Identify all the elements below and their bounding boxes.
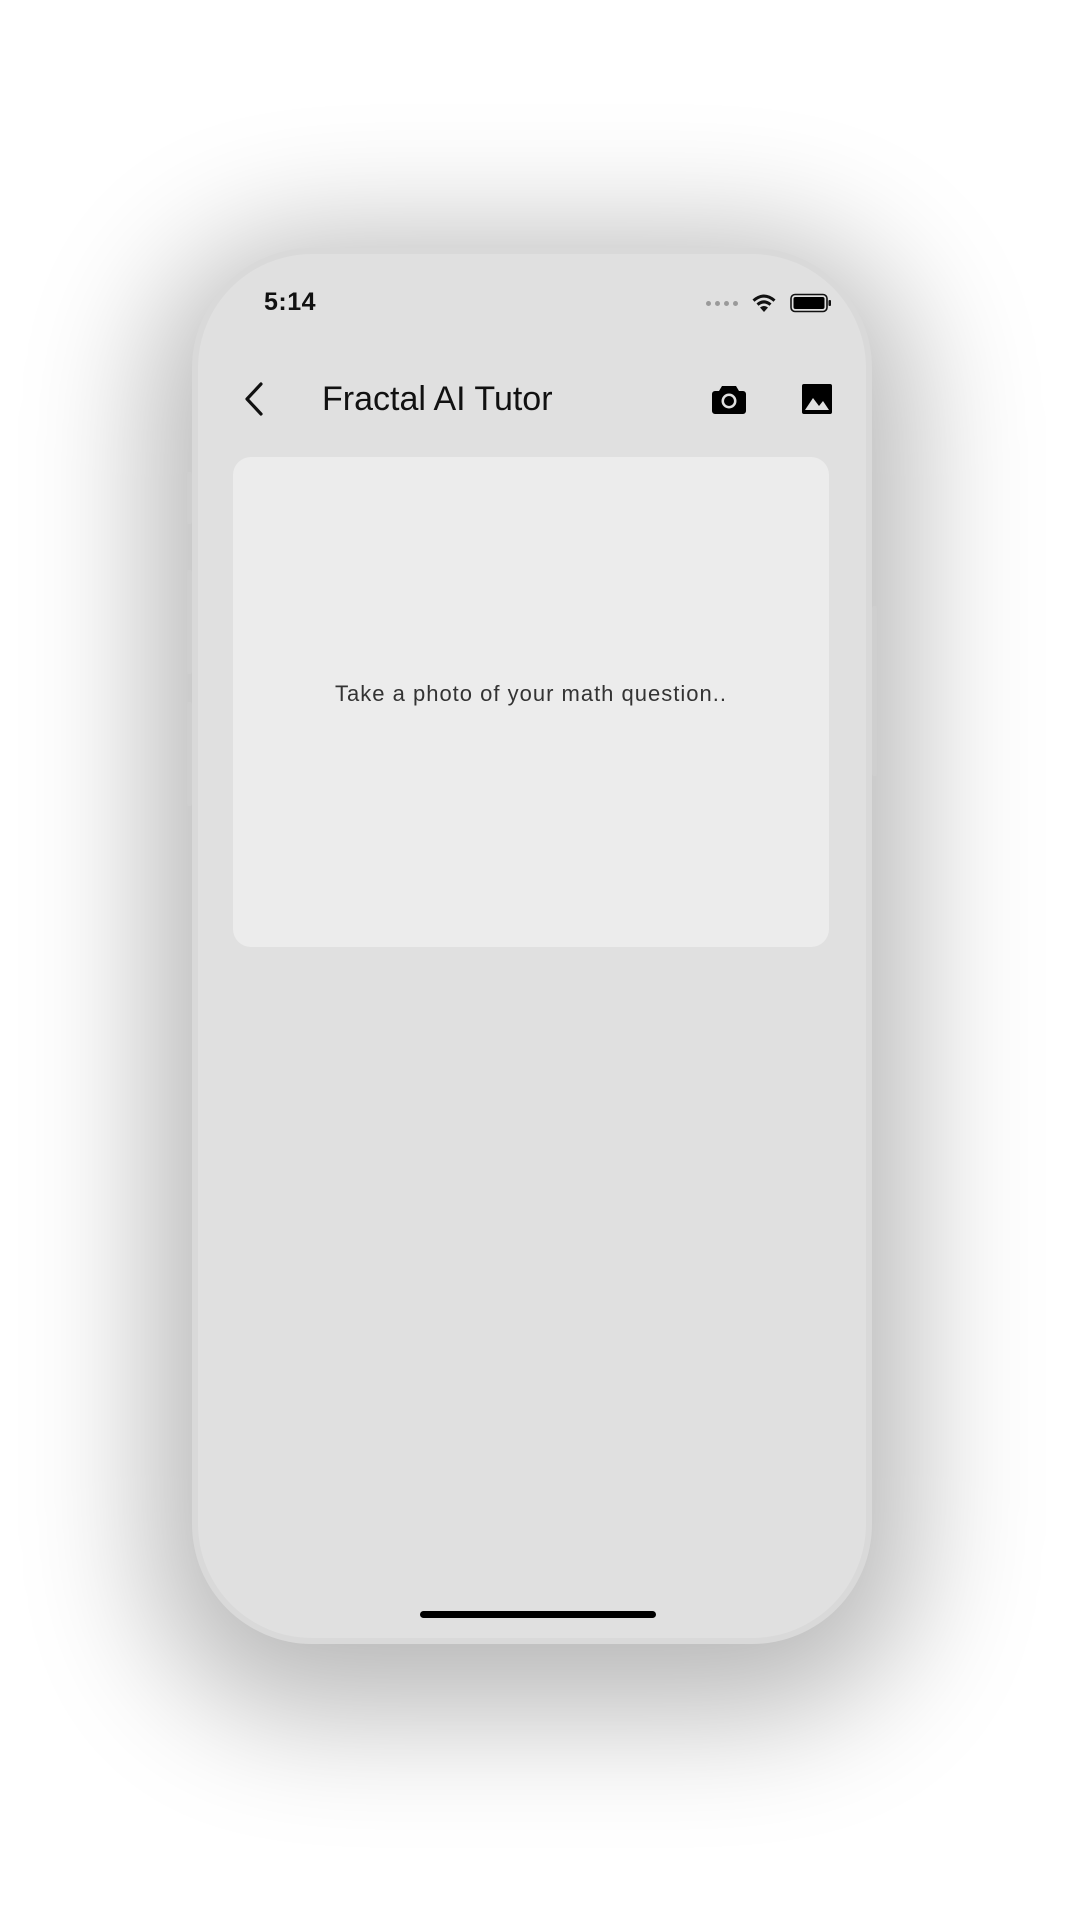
- phone-frame: 5:14 Fractal AI Tutor Take a photo of yo…: [187, 248, 877, 1644]
- photo-prompt-text: Take a photo of your math question..: [335, 681, 727, 706]
- wifi-icon: [752, 294, 776, 312]
- camera-icon: [712, 386, 746, 414]
- camera-button[interactable]: [706, 376, 752, 422]
- status-bar: 5:14: [198, 254, 866, 344]
- back-button[interactable]: [230, 374, 280, 424]
- status-time: 5:14: [264, 288, 317, 316]
- photo-prompt-card[interactable]: Take a photo of your math question..: [233, 457, 829, 947]
- app-screen: 5:14 Fractal AI Tutor Take a photo of yo…: [198, 254, 866, 1638]
- mute-switch: [187, 472, 192, 524]
- power-button: [872, 606, 877, 776]
- device-stage: 5:14 Fractal AI Tutor Take a photo of yo…: [0, 0, 1080, 1920]
- image-gallery-icon: [802, 384, 832, 414]
- page-title: Fractal AI Tutor: [322, 380, 553, 418]
- battery-icon: [790, 293, 831, 313]
- volume-up-button: [187, 570, 192, 674]
- volume-down-button: [187, 702, 192, 806]
- gallery-button[interactable]: [794, 376, 840, 422]
- status-icons: [706, 292, 832, 314]
- home-indicator[interactable]: [420, 1611, 656, 1618]
- cellular-signal-icon: [706, 300, 738, 306]
- app-bar: Fractal AI Tutor: [198, 354, 866, 444]
- chevron-left-icon: [245, 382, 263, 416]
